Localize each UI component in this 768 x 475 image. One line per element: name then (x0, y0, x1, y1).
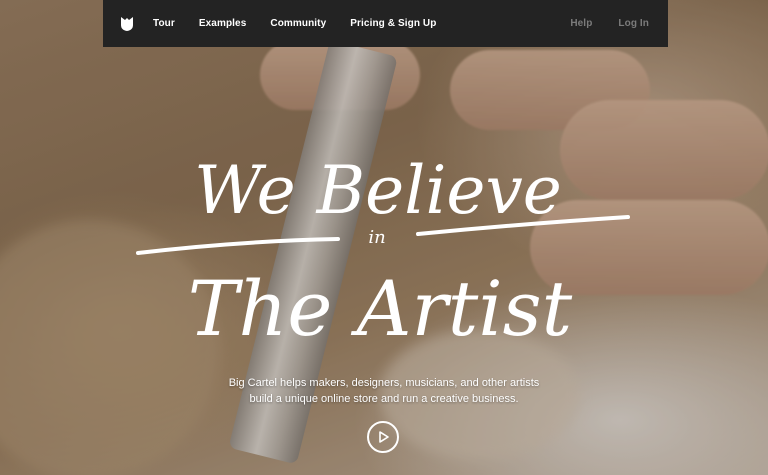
play-icon (379, 431, 389, 443)
top-navigation: Tour Examples Community Pricing & Sign U… (103, 0, 668, 47)
nav-community-link[interactable]: Community (270, 18, 326, 29)
nav-pricing-signup-link[interactable]: Pricing & Sign Up (350, 18, 436, 29)
hero-tagline: Big Cartel helps makers, designers, musi… (184, 375, 584, 407)
nav-help-link[interactable]: Help (570, 18, 592, 29)
nav-examples-link[interactable]: Examples (199, 18, 247, 29)
tagline-line1: Big Cartel helps makers, designers, musi… (228, 377, 540, 389)
tagline-line2: build a unique online store and run a cr… (249, 393, 519, 405)
nav-right-group: Help Log In (544, 18, 649, 29)
nav-tour-link[interactable]: Tour (153, 18, 175, 29)
big-cartel-logo-icon[interactable] (120, 16, 134, 32)
play-video-button[interactable] (367, 421, 399, 453)
nav-login-link[interactable]: Log In (618, 18, 649, 29)
